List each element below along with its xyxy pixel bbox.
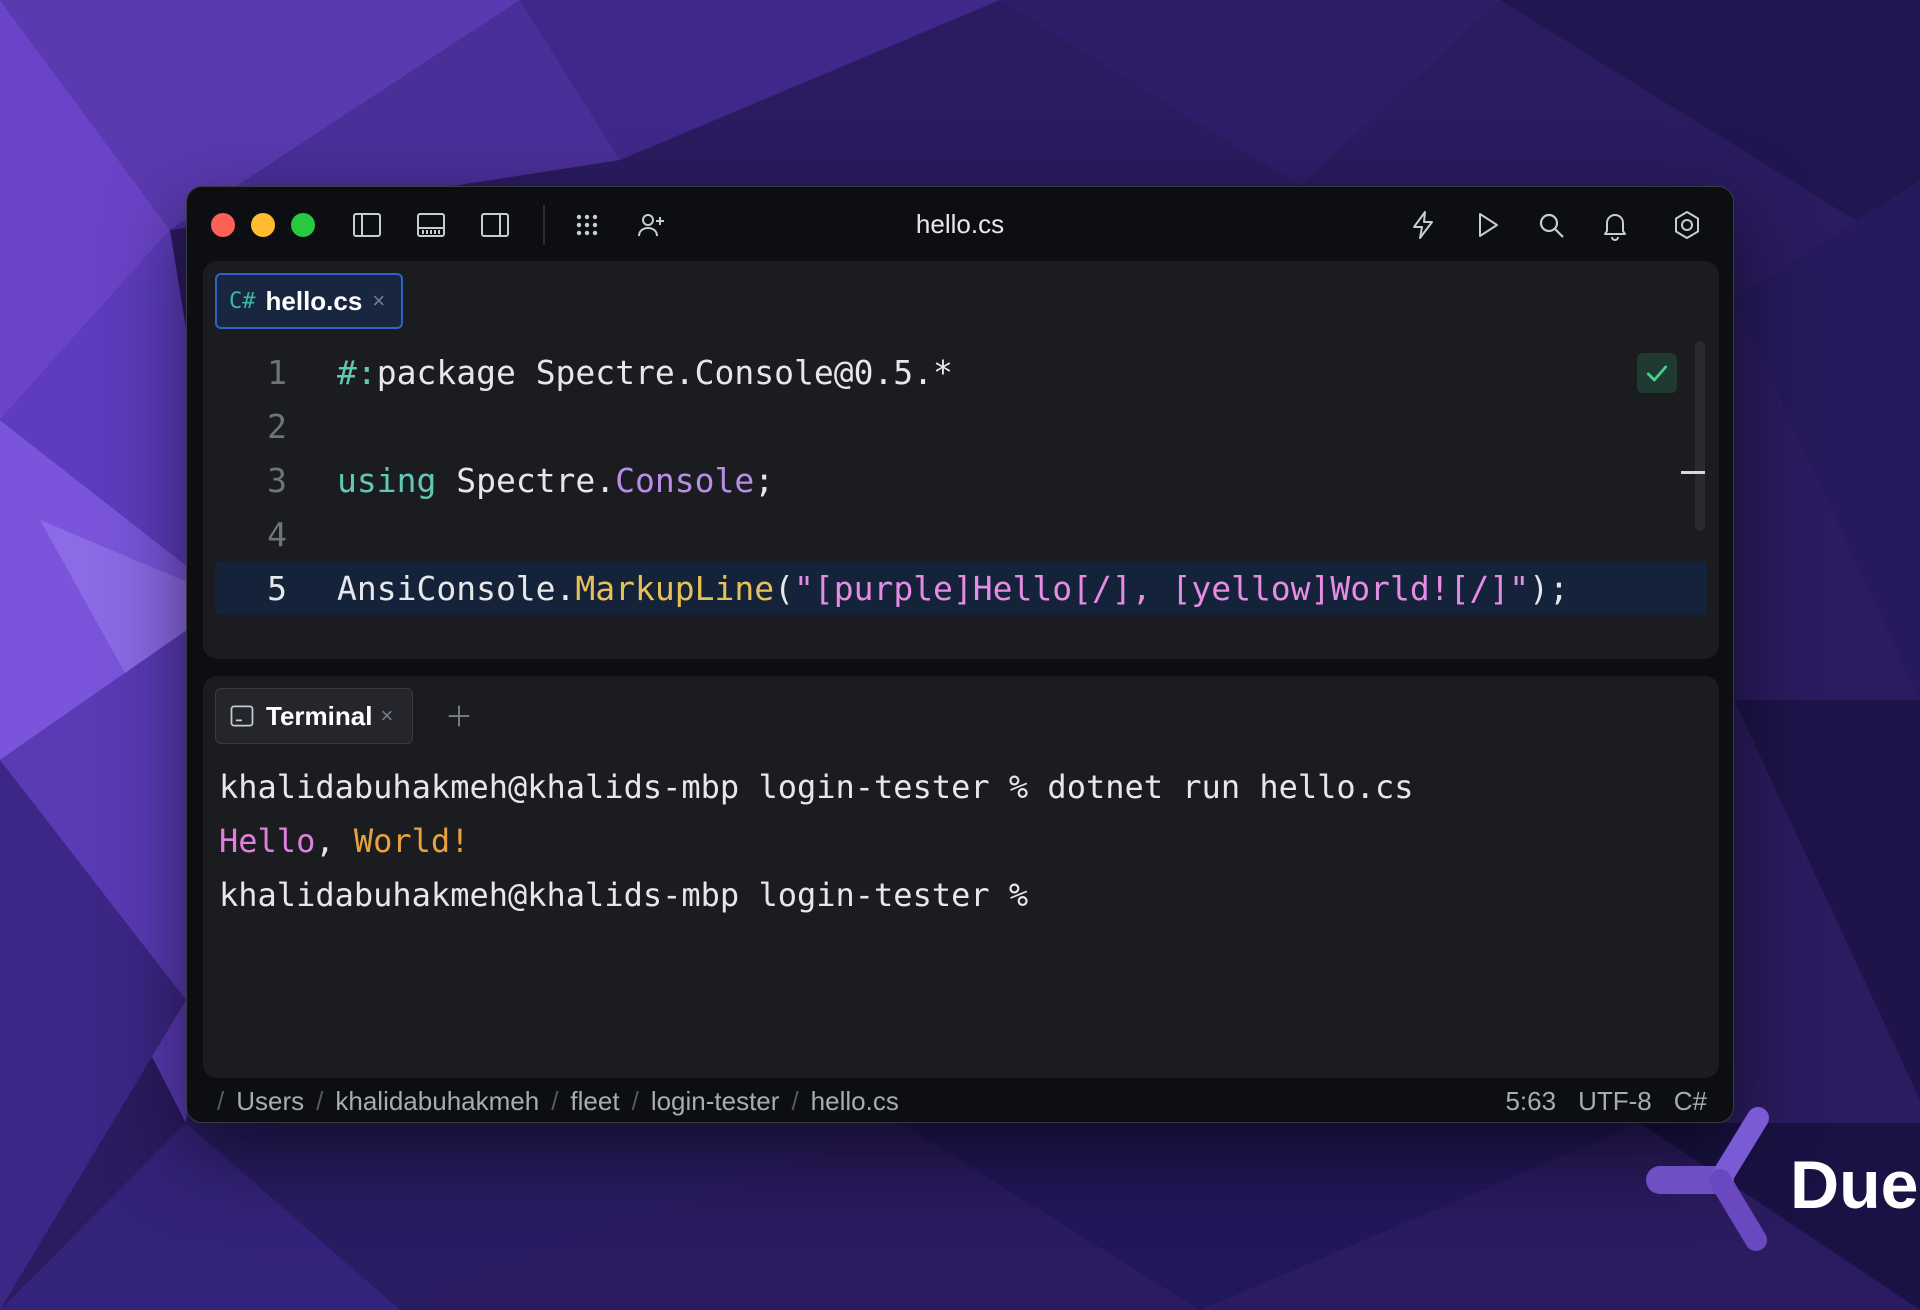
terminal-token: Hello — [219, 822, 316, 860]
search-icon[interactable] — [1533, 207, 1569, 243]
terminal-token: , — [315, 822, 354, 860]
code-token: ; — [754, 460, 775, 500]
new-terminal-plus-icon[interactable] — [439, 696, 479, 736]
code-line[interactable]: 4 — [215, 507, 1707, 561]
breadcrumb-item[interactable]: login-tester — [651, 1086, 780, 1117]
code-token: #: — [337, 352, 377, 392]
code-area[interactable]: 1 #:package Spectre.Console@0.5.* 2 3 using … — [215, 345, 1707, 615]
editor-panel: C# hello.cs × 1 #:package Spectre.Console… — [203, 261, 1719, 659]
breadcrumb-item[interactable]: khalidabuhakmeh — [335, 1086, 539, 1117]
terminal-tab[interactable]: Terminal × — [215, 688, 413, 744]
code-text: using Spectre.Console; — [337, 461, 774, 500]
terminal-line: Hello, World! — [219, 814, 1413, 868]
breadcrumb-separator: / — [791, 1085, 799, 1116]
settings-gear-icon[interactable] — [1669, 207, 1705, 243]
line-number: 4 — [267, 514, 287, 554]
code-token: AnsiConsole. — [337, 568, 576, 608]
terminal-token: khalidabuhakmeh@khalids-mbp login-tester… — [219, 768, 1414, 806]
csharp-file-icon: C# — [229, 288, 256, 314]
code-token: MarkupLine — [575, 568, 775, 608]
code-token: Console — [615, 460, 755, 500]
breadcrumb-item[interactable]: Users — [236, 1086, 304, 1117]
terminal-token: World! — [353, 822, 470, 860]
title-bar: hello.cs — [187, 187, 1733, 261]
code-token: "[purple]Hello[/], [yellow]World![/]" — [793, 568, 1530, 608]
editor-scrollbar[interactable] — [1695, 341, 1705, 531]
lightning-icon[interactable] — [1405, 207, 1441, 243]
code-text: #:package Spectre.Console@0.5.* — [337, 353, 953, 392]
ide-window: hello.cs C# hello.cs × 1 #:package Spectr… — [186, 186, 1734, 1123]
code-token: package Spectre.Console@0.5.* — [376, 352, 953, 392]
breadcrumb: / Users / khalidabuhakmeh / fleet / login-teste… — [205, 1086, 899, 1117]
code-line[interactable]: 1 #:package Spectre.Console@0.5.* — [215, 345, 1707, 399]
close-tab-icon[interactable]: × — [372, 288, 385, 314]
run-icon[interactable] — [1469, 207, 1505, 243]
code-line[interactable]: 3 using Spectre.Console; — [215, 453, 1707, 507]
breadcrumb-item[interactable]: fleet — [570, 1086, 619, 1117]
terminal-icon — [230, 705, 254, 727]
line-number: 3 — [267, 460, 287, 500]
code-token: using — [337, 460, 437, 500]
breadcrumb-separator: / — [631, 1085, 639, 1116]
terminal-tab-label: Terminal — [266, 700, 373, 731]
brand-mark-icon — [1646, 1107, 1769, 1251]
breadcrumb-item[interactable]: hello.cs — [811, 1086, 899, 1117]
no-problems-check-icon[interactable] — [1637, 353, 1677, 393]
code-text: AnsiConsole.MarkupLine("[purple]Hello[/]… — [337, 569, 1569, 608]
brand-logo-text: Due — [1790, 1147, 1919, 1223]
tab-label: hello.cs — [265, 285, 363, 316]
notifications-bell-icon[interactable] — [1597, 207, 1633, 243]
line-number: 1 — [267, 352, 287, 392]
terminal-token: khalidabuhakmeh@khalids-mbp login-tester… — [219, 876, 1029, 914]
terminal-panel: Terminal × khalidabuhakmeh@khalids-mbp l… — [203, 676, 1719, 1078]
cursor-position[interactable]: 5:63 — [1505, 1086, 1556, 1117]
code-token: ( — [774, 568, 794, 608]
terminal-line: khalidabuhakmeh@khalids-mbp login-tester… — [219, 760, 1413, 814]
status-bar: / Users / khalidabuhakmeh / fleet / login-teste… — [187, 1078, 1733, 1122]
terminal-output[interactable]: khalidabuhakmeh@khalids-mbp login-tester… — [219, 760, 1413, 922]
line-number: 2 — [267, 406, 287, 446]
breadcrumb-separator: / — [217, 1085, 225, 1116]
code-token: ); — [1529, 568, 1569, 608]
code-line[interactable]: 2 — [215, 399, 1707, 453]
scrollbar-caret-marker — [1681, 471, 1705, 474]
code-line[interactable]: 5 AnsiConsole.MarkupLine("[purple]Hello[/… — [215, 561, 1707, 615]
line-number: 5 — [267, 568, 287, 608]
breadcrumb-separator: / — [551, 1085, 559, 1116]
breadcrumb-separator: / — [316, 1085, 324, 1116]
terminal-line: khalidabuhakmeh@khalids-mbp login-tester… — [219, 868, 1413, 922]
code-token: Spectre. — [436, 460, 616, 500]
close-terminal-tab-icon[interactable]: × — [380, 703, 393, 729]
editor-tab-hello-cs[interactable]: C# hello.cs × — [215, 273, 403, 329]
brand-logo: Due — [1640, 1104, 1920, 1264]
